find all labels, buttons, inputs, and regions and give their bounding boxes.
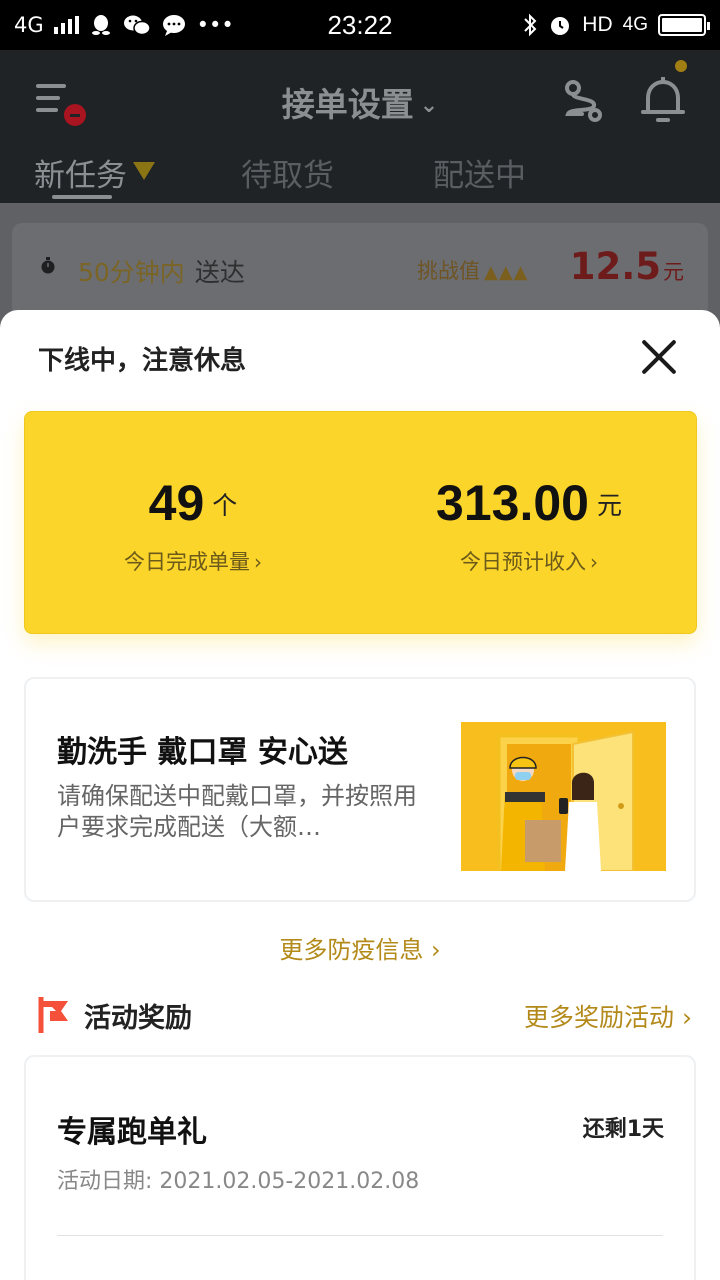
- reward-title: 专属跑单礼: [57, 1115, 207, 1150]
- challenge-arrows-icon: ▲▲▲: [484, 262, 529, 283]
- completed-count: 49: [148, 475, 205, 531]
- count-unit: 个: [212, 491, 238, 520]
- rewards-section-header: 活动奖励 更多奖励活动 ›: [38, 995, 692, 1037]
- deliver-label: 送达: [194, 258, 245, 287]
- chevron-down-icon: ⌄: [419, 93, 439, 118]
- qq-icon: [91, 15, 110, 35]
- completed-orders-stat[interactable]: 49 个 今日完成单量 ›: [25, 474, 361, 576]
- bluetooth-icon: [524, 13, 537, 37]
- covid-title: 勤洗手 戴口罩 安心送: [57, 735, 348, 770]
- chevron-right-icon: ›: [590, 550, 598, 574]
- challenge-label: 挑战值: [417, 259, 480, 283]
- completed-label: 今日完成单量: [124, 550, 250, 574]
- courier-delivery-illustration: [461, 722, 666, 871]
- income-value: 313.00: [436, 475, 589, 531]
- estimated-income-stat[interactable]: 313.00 元 今日预计收入 ›: [361, 474, 697, 576]
- chevron-right-icon: ›: [682, 1003, 692, 1032]
- covid-notice-card[interactable]: 勤洗手 戴口罩 安心送 请确保配送中配戴口罩，并按照用户要求完成配送（大额…: [24, 677, 696, 902]
- chevron-right-icon: ›: [431, 936, 441, 964]
- notification-dot: [675, 60, 687, 72]
- offline-bottom-sheet: 下线中，注意休息 49 个 今日完成单量 › 313.00 元 今日预计收入 › 勤洗手…: [0, 310, 720, 1280]
- task-price: 12.5元: [570, 245, 684, 288]
- close-icon[interactable]: [638, 336, 680, 378]
- income-label: 今日预计收入: [460, 550, 586, 574]
- more-rewards-link[interactable]: 更多奖励活动 ›: [524, 998, 692, 1034]
- alarm-icon: [551, 17, 570, 35]
- network-type: 4G: [14, 13, 44, 37]
- income-unit: 元: [596, 491, 622, 520]
- bell-icon[interactable]: [640, 74, 686, 126]
- tab-indicator: [52, 195, 112, 199]
- tab-label: 新任务: [34, 158, 127, 194]
- more-notifications: •••: [196, 13, 234, 37]
- sheet-title: 下线中，注意休息: [38, 346, 247, 376]
- chevron-right-icon: ›: [254, 550, 262, 574]
- page-title: 接单设置: [281, 85, 414, 124]
- clock: 23:22: [327, 9, 393, 40]
- more-covid-info-link[interactable]: 更多防疫信息 ›: [0, 930, 720, 965]
- covid-description: 请确保配送中配戴口罩，并按照用户要求完成配送（大额…: [57, 782, 417, 841]
- task-tabs: 新任务 待取货 配送中: [0, 148, 720, 203]
- tab-label: 配送中: [433, 158, 526, 194]
- delivery-time: 50分钟内 送达: [78, 253, 245, 289]
- today-stats-panel: 49 个 今日完成单量 › 313.00 元 今日预计收入 ›: [24, 411, 697, 634]
- more-rewards-label: 更多奖励活动: [524, 1003, 675, 1032]
- filter-icon[interactable]: [133, 162, 155, 180]
- order-settings-dropdown[interactable]: 接单设置 ⌄: [0, 78, 720, 126]
- wechat-icon: [123, 15, 151, 36]
- hd-label: HD: [582, 13, 613, 36]
- time-limit: 50分钟内: [78, 258, 185, 287]
- reward-activity-card[interactable]: 专属跑单礼 还剩1天 活动日期: 2021.02.05-2021.02.08: [24, 1055, 696, 1280]
- price-unit: 元: [663, 260, 684, 284]
- more-covid-label: 更多防疫信息: [279, 936, 424, 964]
- tab-label: 待取货: [241, 158, 334, 194]
- rewards-title: 活动奖励: [84, 1003, 192, 1034]
- price-value: 12.5: [569, 245, 661, 288]
- tab-new-tasks[interactable]: 新任务: [34, 150, 155, 195]
- flag-icon: [38, 997, 68, 1033]
- divider: [57, 1235, 663, 1236]
- route-icon[interactable]: [560, 78, 606, 124]
- tab-to-pickup[interactable]: 待取货: [241, 150, 334, 195]
- battery-icon: [658, 14, 710, 36]
- app-header: 接单设置 ⌄ 新任务 待取货 配送中: [0, 50, 720, 203]
- status-bar: 4G ••• 23:22 HD 4G: [0, 0, 720, 50]
- reward-remaining: 还剩1天: [582, 1117, 664, 1142]
- message-icon: [162, 15, 185, 36]
- stopwatch-icon: [41, 257, 55, 274]
- signal-icon: [53, 16, 79, 34]
- network-right: 4G: [622, 14, 648, 35]
- tab-delivering[interactable]: 配送中: [433, 150, 526, 195]
- reward-date: 活动日期: 2021.02.05-2021.02.08: [57, 1169, 420, 1194]
- challenge-level: 挑战值 ▲▲▲: [417, 255, 529, 285]
